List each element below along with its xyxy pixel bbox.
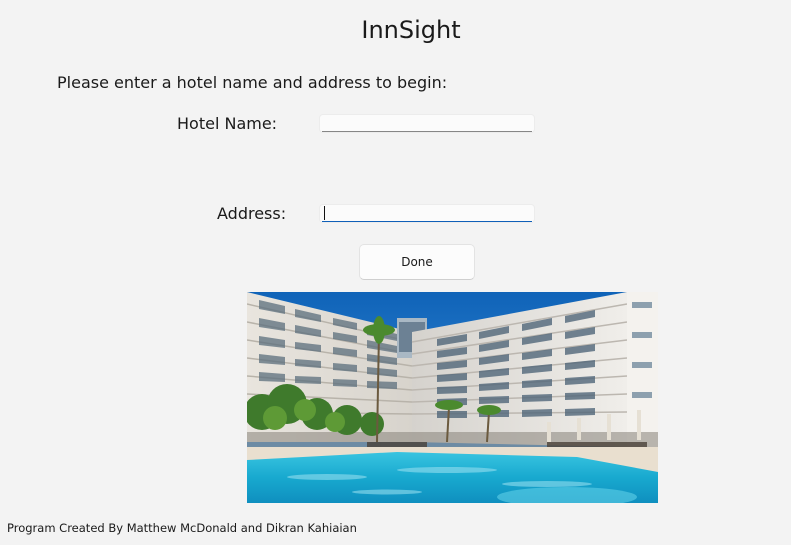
app-title: InnSight [361,16,461,44]
instruction-text: Please enter a hotel name and address to… [57,73,448,92]
credit-text: Program Created By Matthew McDonald and … [7,521,357,535]
done-button[interactable]: Done [359,244,475,280]
address-input[interactable] [322,205,532,222]
address-label: Address: [217,204,287,223]
hotel-name-input[interactable] [322,115,532,132]
address-field-frame [319,204,535,223]
hotel-name-label: Hotel Name: [177,114,278,133]
text-caret [324,206,325,220]
hotel-pool-photo [247,292,658,503]
hotel-name-field-frame [319,114,535,133]
